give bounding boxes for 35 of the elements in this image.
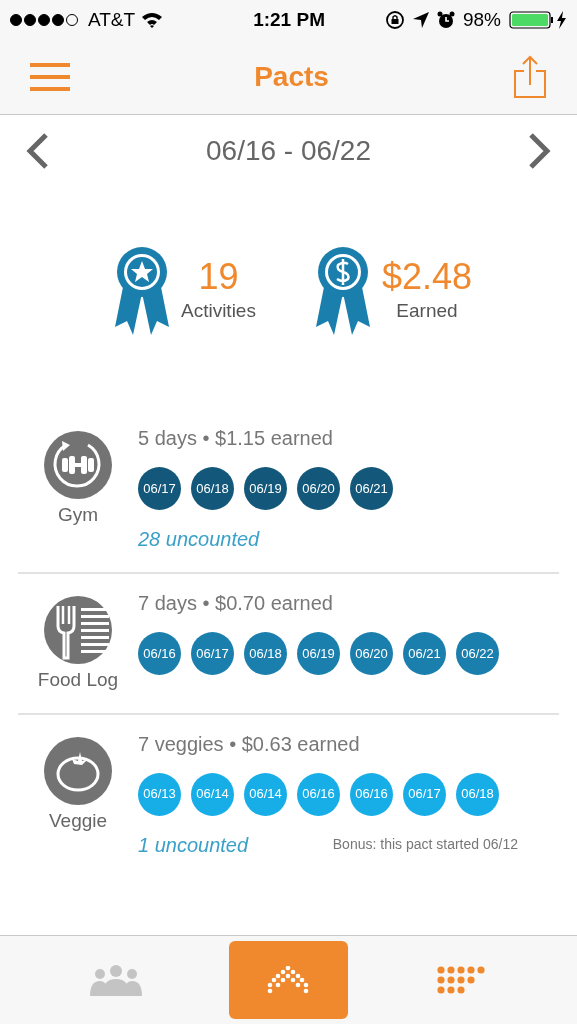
pact-name: Veggie [48,808,108,833]
carrier-name: AT&T [88,7,136,32]
star-ribbon-icon [114,247,169,335]
previous-week-chevron[interactable] [26,133,50,169]
dot-grid-icon [435,965,486,995]
stat-label: Earned [396,299,458,323]
stat-value: 19 [198,257,239,297]
people-icon [88,964,145,996]
bonus-note: Bonus: this pact started 06/12 [332,835,518,854]
battery-charging-icon [509,10,567,30]
share-icon[interactable] [513,55,547,99]
dollar-ribbon-icon [315,247,370,335]
menu-icon[interactable] [30,62,70,92]
wifi-icon [141,12,164,28]
location-arrow-icon [412,12,429,28]
pact-summary: 7 days • $0.70 earned [138,591,334,616]
pact-name: Gym [57,503,99,527]
tab-button[interactable] [229,941,348,1019]
pact-name: Food Log [37,668,119,692]
week-range: 06/16 - 06/22 [206,134,371,168]
pact-summary: 5 days • $1.15 earned [138,426,334,451]
battery-percent: 98% [462,7,501,32]
uncounted-link[interactable]: 28 uncounted [138,524,260,554]
uncounted-link[interactable]: 1 uncounted [138,829,249,860]
tomato-icon [44,736,112,805]
screen-title: Pacts [254,60,329,94]
stat-value: $2.48 [381,257,473,297]
clock-time: 1:21 PM [253,7,325,32]
alarm-clock-icon [436,11,455,29]
fork-list-icon [44,596,112,664]
stat-label: Activities [180,299,256,323]
dumbbell-icon [44,431,112,499]
next-week-chevron[interactable] [527,133,551,169]
rotation-lock-icon [384,10,405,30]
pact-summary: 7 veggies • $0.63 earned [138,731,361,757]
